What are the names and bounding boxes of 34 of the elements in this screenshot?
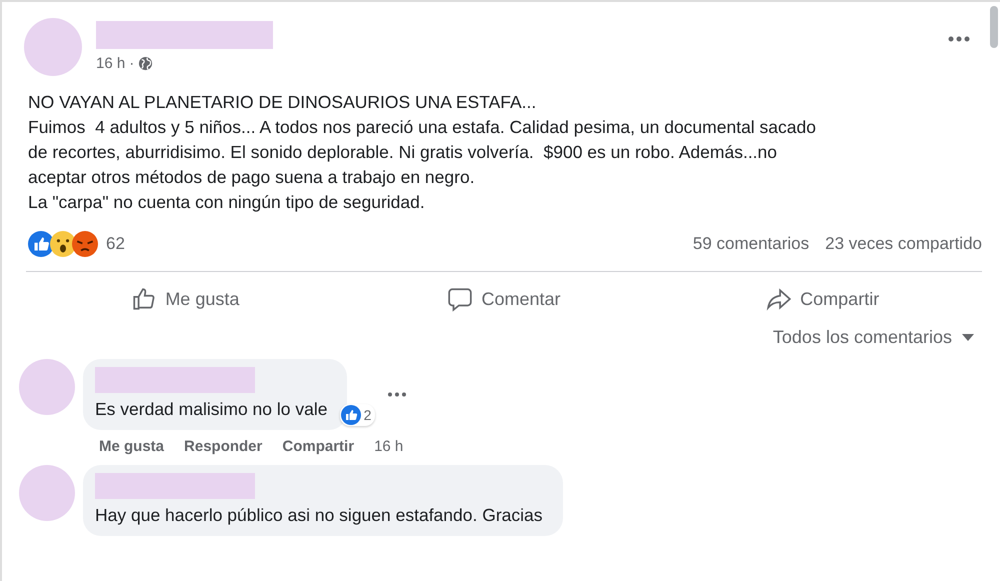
post-text-line: de recortes, aburridisimo. El sonido deplorable. Ni gratis volvería. $900 es un robo. Además...no (28, 141, 778, 164)
like-reaction-icon (28, 231, 54, 257)
thumbs-up-icon (131, 286, 158, 312)
comment-button[interactable]: Comentar (437, 278, 571, 320)
comment-sort-dropdown[interactable]: Todos los comentarios (766, 326, 980, 349)
share-arrow-icon (766, 286, 792, 312)
like-reaction-icon (340, 405, 361, 425)
comment-time[interactable]: 16 h (374, 438, 404, 455)
wow-reaction-icon (50, 231, 76, 257)
separator-dot: · (129, 55, 134, 72)
like-button[interactable]: Me gusta (121, 278, 250, 320)
comment-text: Es verdad malisimo no lo vale (95, 399, 328, 420)
scrollbar[interactable] (990, 6, 998, 48)
post-time[interactable]: 16 h (96, 55, 126, 72)
speech-bubble-icon (447, 286, 474, 312)
reaction-count: 2 (364, 407, 372, 423)
post-text-line: NO VAYAN AL PLANETARIO DE DINOSAURIOS UNA ESTAFA... (28, 91, 538, 114)
comment-action-link[interactable]: Compartir (282, 438, 354, 455)
post-text-line: Fuimos 4 adultos y 5 niños... A todos nos pareció una estafa. Calidad pesima, un documental sacado (28, 116, 817, 139)
comments-count[interactable]: 59 comentarios (692, 234, 810, 254)
share-button[interactable]: Compartir (756, 278, 890, 320)
comment-action-link[interactable]: Responder (184, 438, 262, 455)
more-options-icon[interactable] (948, 36, 970, 42)
more-options-icon[interactable] (387, 392, 408, 397)
shares-count[interactable]: 23 veces compartido (825, 234, 982, 254)
reaction-count[interactable]: 62 (106, 234, 125, 254)
caret-icon (962, 334, 974, 342)
angry-reaction-icon (72, 231, 98, 257)
globe-icon (138, 56, 154, 71)
comment-text: Hay que hacerlo público asi no siguen estafando. Gracias (95, 505, 542, 526)
post-text-line: La "carpa" no cuenta con ningún tipo de seguridad. (28, 191, 426, 214)
post-text-line: aceptar otros métodos de pago suena a trabajo en negro. (28, 166, 476, 189)
comment-action-link[interactable]: Me gusta (99, 438, 164, 455)
reaction-badge[interactable]: 2 (340, 404, 376, 426)
